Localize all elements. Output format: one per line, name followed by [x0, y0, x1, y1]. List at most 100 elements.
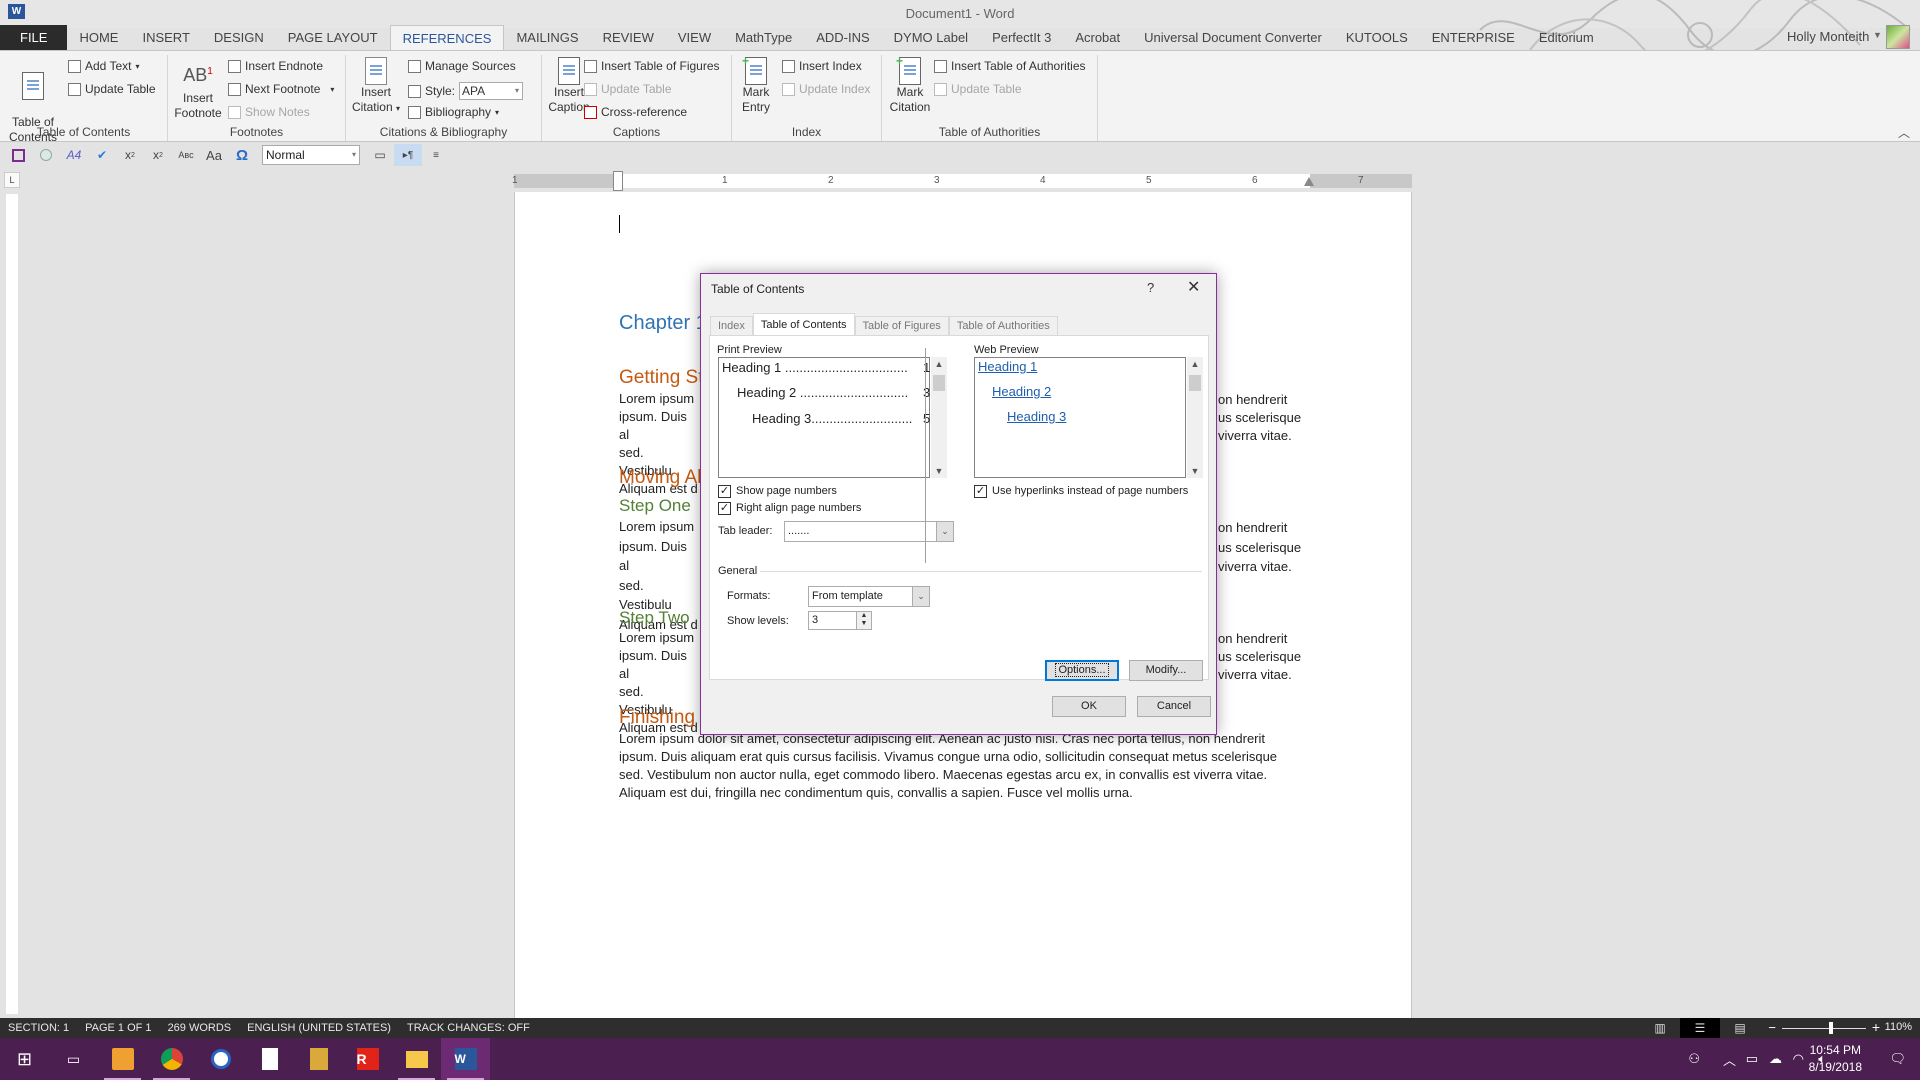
- tab-references[interactable]: REFERENCES: [389, 25, 505, 50]
- vertical-ruler[interactable]: [6, 194, 18, 1014]
- zoom-slider-thumb[interactable]: [1829, 1022, 1833, 1034]
- ereader-icon[interactable]: R: [343, 1038, 392, 1080]
- update-table-authorities-button[interactable]: Update Table: [934, 82, 1022, 96]
- action-center-icon[interactable]: 🗨︎: [1889, 1038, 1906, 1080]
- vertical-scrollbar[interactable]: [1905, 192, 1920, 1018]
- tab-perfectit[interactable]: PerfectIt 3: [980, 25, 1063, 50]
- web-preview-heading-3[interactable]: Heading 3: [1007, 409, 1066, 424]
- tab-universal-document-converter[interactable]: Universal Document Converter: [1132, 25, 1334, 50]
- spinner-arrows-icon[interactable]: ▲ ▼: [856, 612, 871, 629]
- show-page-numbers-checkbox[interactable]: ✓: [718, 485, 731, 498]
- update-index-button[interactable]: Update Index: [782, 82, 870, 96]
- tab-mathtype[interactable]: MathType: [723, 25, 804, 50]
- tab-selector[interactable]: L: [4, 172, 20, 188]
- dialog-tab-table-of-figures[interactable]: Table of Figures: [854, 316, 949, 336]
- word-taskbar-icon[interactable]: W: [441, 1038, 490, 1080]
- web-layout-icon[interactable]: ▤: [1720, 1018, 1760, 1038]
- web-preview-scrollbar[interactable]: ▲ ▼: [1187, 357, 1203, 478]
- insert-table-of-authorities-button[interactable]: Insert Table of Authorities: [934, 59, 1086, 73]
- onedrive-icon[interactable]: ☁: [1769, 1038, 1782, 1080]
- manage-sources-button[interactable]: Manage Sources: [408, 59, 516, 73]
- paragraph-direction-icon[interactable]: ▸¶: [394, 144, 422, 166]
- zoom-in-icon[interactable]: +: [1872, 1019, 1880, 1035]
- indent-marker[interactable]: [613, 171, 623, 191]
- heading-chapter[interactable]: Chapter 1: [619, 312, 707, 335]
- collapse-ribbon-icon[interactable]: ︿: [1898, 124, 1910, 141]
- paragraph-1-right[interactable]: on hendrerit us scelerisque viverra vitae.: [1218, 391, 1328, 445]
- cross-reference-button[interactable]: Cross-reference: [584, 105, 687, 119]
- scroll-thumb[interactable]: [1189, 375, 1201, 391]
- heading-finishing-up[interactable]: Finishing u: [619, 707, 711, 729]
- read-mode-icon[interactable]: ▥: [1640, 1018, 1680, 1038]
- tab-acrobat[interactable]: Acrobat: [1063, 25, 1132, 50]
- chrome-icon[interactable]: [147, 1038, 196, 1080]
- symbol-icon[interactable]: Ω: [228, 144, 256, 166]
- right-align-page-numbers-checkbox[interactable]: ✓: [718, 502, 731, 515]
- clock[interactable]: 10:54 PM 8/19/2018: [1809, 1042, 1862, 1076]
- right-indent-marker[interactable]: [1304, 177, 1314, 186]
- cancel-button[interactable]: Cancel: [1137, 696, 1211, 717]
- wifi-icon[interactable]: ◠: [1793, 1038, 1804, 1080]
- style-dropdown[interactable]: Normal ▾: [262, 145, 360, 165]
- tab-design[interactable]: DESIGN: [202, 25, 276, 50]
- status-track-changes[interactable]: TRACK CHANGES: OFF: [399, 1022, 538, 1034]
- show-notes-button[interactable]: Show Notes: [228, 105, 310, 119]
- subscript-icon[interactable]: x2: [116, 144, 144, 166]
- print-preview-scrollbar[interactable]: ▲ ▼: [931, 357, 947, 478]
- paragraph-2-right[interactable]: on hendrerit us scelerisque viverra vitae.: [1218, 518, 1328, 577]
- insert-footnote-button[interactable]: AB1 Insert Footnote: [172, 57, 224, 121]
- font-color-icon[interactable]: A4: [60, 144, 88, 166]
- start-windows-icon[interactable]: ⊞: [0, 1038, 49, 1080]
- ok-button[interactable]: OK: [1052, 696, 1126, 717]
- outlook-icon[interactable]: [98, 1038, 147, 1080]
- heading-step-two[interactable]: Step Two: [619, 608, 690, 628]
- print-layout-icon[interactable]: ☰: [1680, 1018, 1720, 1038]
- paragraph-final[interactable]: Lorem ipsum dolor sit amet, consectetur …: [619, 730, 1299, 802]
- small-caps-icon[interactable]: Aʙᴄ: [172, 144, 200, 166]
- zoom-out-icon[interactable]: −: [1768, 1020, 1776, 1035]
- mark-citation-button[interactable]: + Mark Citation: [886, 54, 934, 115]
- insert-table-of-figures-button[interactable]: Insert Table of Figures: [584, 59, 720, 73]
- tab-home[interactable]: HOME: [67, 25, 130, 50]
- citation-style-dropdown[interactable]: APA ▾: [459, 82, 524, 100]
- show-levels-spinner[interactable]: 3 ▲ ▼: [808, 611, 872, 630]
- spelling-icon[interactable]: ✔: [88, 144, 116, 166]
- people-icon[interactable]: ⚇: [1688, 1038, 1700, 1080]
- insert-citation-button[interactable]: Insert Citation ▾: [350, 57, 402, 116]
- heading-moving-ahead[interactable]: Moving Ah: [619, 467, 708, 489]
- dialog-tab-index[interactable]: Index: [710, 316, 753, 336]
- task-view-icon[interactable]: ▭: [49, 1038, 98, 1080]
- calculator-icon[interactable]: [245, 1038, 294, 1080]
- bibliography-button[interactable]: Bibliography ▾: [408, 105, 499, 119]
- insert-endnote-button[interactable]: Insert Endnote: [228, 59, 323, 73]
- heading-step-one[interactable]: Step One: [619, 496, 691, 516]
- tab-file[interactable]: FILE: [0, 25, 68, 50]
- new-comment-icon[interactable]: ▭: [366, 144, 394, 166]
- change-case-icon[interactable]: Aa: [200, 144, 228, 166]
- file-explorer-icon[interactable]: [392, 1038, 441, 1080]
- tab-enterprise[interactable]: ENTERPRISE: [1420, 25, 1527, 50]
- tab-add-ins[interactable]: ADD-INS: [804, 25, 881, 50]
- timer-icon[interactable]: [196, 1038, 245, 1080]
- archive-icon[interactable]: [294, 1038, 343, 1080]
- dialog-tab-table-of-contents[interactable]: Table of Contents: [752, 313, 855, 336]
- tab-mailings[interactable]: MAILINGS: [504, 25, 590, 50]
- update-table-figures-button[interactable]: Update Table: [584, 82, 672, 96]
- scroll-down-icon[interactable]: ▼: [931, 466, 947, 476]
- paragraph-3-right[interactable]: on hendrerit us scelerisque viverra vitae.: [1218, 630, 1328, 684]
- tab-editorium[interactable]: Editorium: [1527, 25, 1606, 50]
- tab-review[interactable]: REVIEW: [591, 25, 666, 50]
- tab-page-layout[interactable]: PAGE LAYOUT: [276, 25, 390, 50]
- show-hidden-icons-icon[interactable]: ︿: [1723, 1038, 1736, 1080]
- options-button[interactable]: Options...: [1045, 660, 1119, 681]
- help-icon[interactable]: ?: [1147, 280, 1154, 295]
- close-icon[interactable]: ✕: [1187, 277, 1200, 297]
- add-text-button[interactable]: Add Text ▾: [68, 59, 140, 73]
- tab-dymo-label[interactable]: DYMO Label: [882, 25, 980, 50]
- scroll-down-icon[interactable]: ▼: [1187, 466, 1203, 476]
- superscript-icon[interactable]: x2: [144, 144, 172, 166]
- mark-entry-button[interactable]: + Mark Entry: [736, 54, 776, 115]
- use-hyperlinks-checkbox[interactable]: ✓: [974, 485, 987, 498]
- modify-button[interactable]: Modify...: [1129, 660, 1203, 681]
- status-page[interactable]: PAGE 1 OF 1: [77, 1022, 159, 1034]
